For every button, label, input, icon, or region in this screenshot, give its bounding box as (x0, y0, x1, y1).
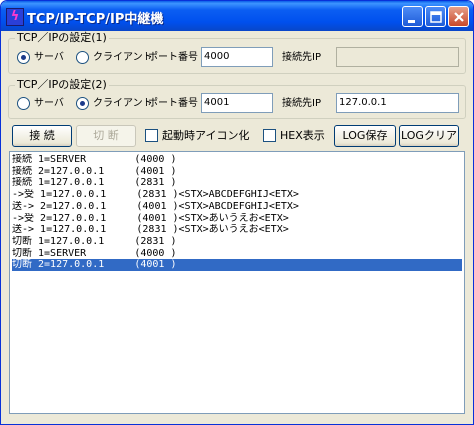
log-line[interactable]: 接続 1=127.0.0.1 (2831 ) (12, 177, 177, 189)
group-2-port-input[interactable]: 4001 (201, 93, 273, 113)
log-line[interactable]: 接続 2=127.0.0.1 (4001 ) (12, 166, 177, 178)
close-button[interactable] (448, 6, 469, 27)
window-title: TCP/IP-TCP/IP中継機 (27, 12, 164, 27)
main-window: ϟ TCP/IP-TCP/IP中継機 TCP／IPの設定(1) サーバ クライア… (0, 0, 474, 425)
group-2-dest-ip-label: 接続先IP (282, 98, 321, 109)
group-2-dest-ip-input[interactable]: 127.0.0.1 (336, 93, 459, 113)
log-listbox[interactable]: 接続 1=SERVER (4000 ) 接続 2=127.0.0.1 (4001 … (9, 151, 465, 414)
group-2-server-radio[interactable] (17, 97, 30, 110)
group-1-legend: TCP／IPの設定(1) (15, 31, 109, 44)
log-line[interactable]: 送-> 2=127.0.0.1 (4001 )<STX>ABCDEFGHIJ<E… (12, 201, 299, 213)
log-line[interactable]: 接続 1=SERVER (4000 ) (12, 154, 177, 166)
group-1-port-label: ポート番号 (148, 52, 198, 63)
title-bar[interactable]: ϟ TCP/IP-TCP/IP中継機 (1, 1, 473, 31)
startup-iconize-checkbox[interactable] (145, 129, 158, 142)
group-2-client-label[interactable]: クライアント (93, 98, 153, 110)
radio-selected-dot (21, 55, 26, 60)
log-clear-button[interactable]: LOGクリア (399, 125, 459, 147)
group-2-client-radio[interactable] (76, 97, 89, 110)
log-line[interactable]: 送-> 1=127.0.0.1 (2831 )<STX>あいうえお<ETX> (12, 224, 289, 236)
group-1-server-radio[interactable] (17, 51, 30, 64)
maximize-button[interactable] (425, 6, 446, 27)
group-1-dest-ip-label: 接続先IP (282, 52, 321, 63)
log-line[interactable]: ->受 2=127.0.0.1 (4001 )<STX>あいうえお<ETX> (12, 213, 289, 225)
minimize-button[interactable] (402, 6, 423, 27)
log-line[interactable]: ->受 1=127.0.0.1 (2831 )<STX>ABCDEFGHIJ<E… (12, 189, 299, 201)
group-2-server-label[interactable]: サーバ (34, 98, 64, 110)
group-2-port-label: ポート番号 (148, 98, 198, 109)
group-1-port-input[interactable]: 4000 (201, 47, 273, 67)
log-save-button[interactable]: LOG保存 (334, 125, 396, 147)
hex-display-label[interactable]: HEX表示 (280, 130, 325, 142)
disconnect-button[interactable]: 切 断 (76, 125, 136, 147)
hex-display-checkbox[interactable] (263, 129, 276, 142)
group-2-legend: TCP／IPの設定(2) (15, 78, 109, 91)
app-lightning-icon[interactable]: ϟ (6, 8, 24, 26)
group-1-client-radio[interactable] (76, 51, 89, 64)
connect-button[interactable]: 接 続 (12, 125, 72, 147)
startup-iconize-label[interactable]: 起動時アイコン化 (162, 130, 249, 142)
group-1-dest-ip-input[interactable] (336, 47, 459, 67)
group-1-client-label[interactable]: クライアント (93, 52, 153, 64)
radio-selected-dot (80, 101, 85, 106)
log-line[interactable]: 切断 1=127.0.0.1 (2831 ) (12, 236, 177, 248)
log-line[interactable]: 切断 1=SERVER (4000 ) (12, 248, 177, 260)
group-1-server-label[interactable]: サーバ (34, 52, 64, 64)
log-line[interactable]: 切断 2=127.0.0.1 (4001 ) (12, 259, 462, 272)
